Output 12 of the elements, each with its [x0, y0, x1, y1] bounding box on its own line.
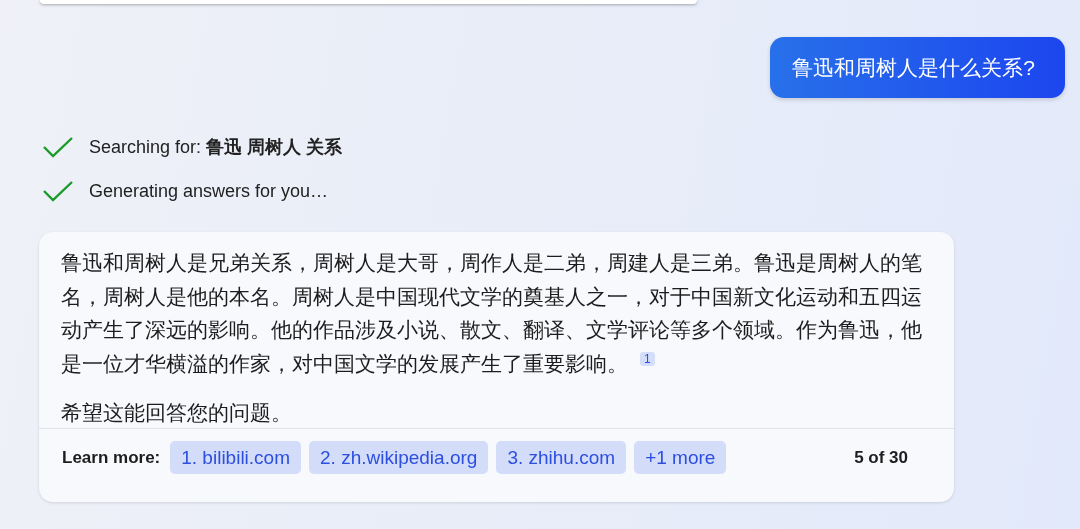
step-text: Generating answers for you… [89, 180, 329, 202]
source-link[interactable]: +1 more [634, 441, 727, 474]
user-message: 鲁迅和周树人是什么关系? [770, 37, 1065, 98]
answer-text: 希望这能回答您的问题。 [61, 400, 293, 426]
source-link[interactable]: 1. bilibili.com [170, 441, 301, 474]
step-text: Searching for: 鲁迅 周树人 关系 [89, 136, 343, 159]
response-count: 5 of 30 [854, 447, 908, 468]
source-link[interactable]: 3. zhihu.com [496, 441, 627, 474]
learn-more-label: Learn more: [62, 447, 161, 468]
citation-link[interactable]: 1 [640, 351, 655, 366]
source-link[interactable]: 2. zh.wikipedia.org [309, 441, 489, 474]
answer-text: 鲁迅和周树人是兄弟关系，周树人是大哥，周作人是二弟，周建人是三弟。鲁迅是周树人的笔名，周树人是他的本名。周树人是中国现代文学的奠基人之一，对于中国新文化运动和五四运动产生了深远的影响。他的作品涉及小说、散文、翻译、文学评论等多个领域。作为鲁迅，他是一位才华横溢的作家，对中国文学的发展产生了重要影响。 $^{1}$ [61, 250, 923, 377]
